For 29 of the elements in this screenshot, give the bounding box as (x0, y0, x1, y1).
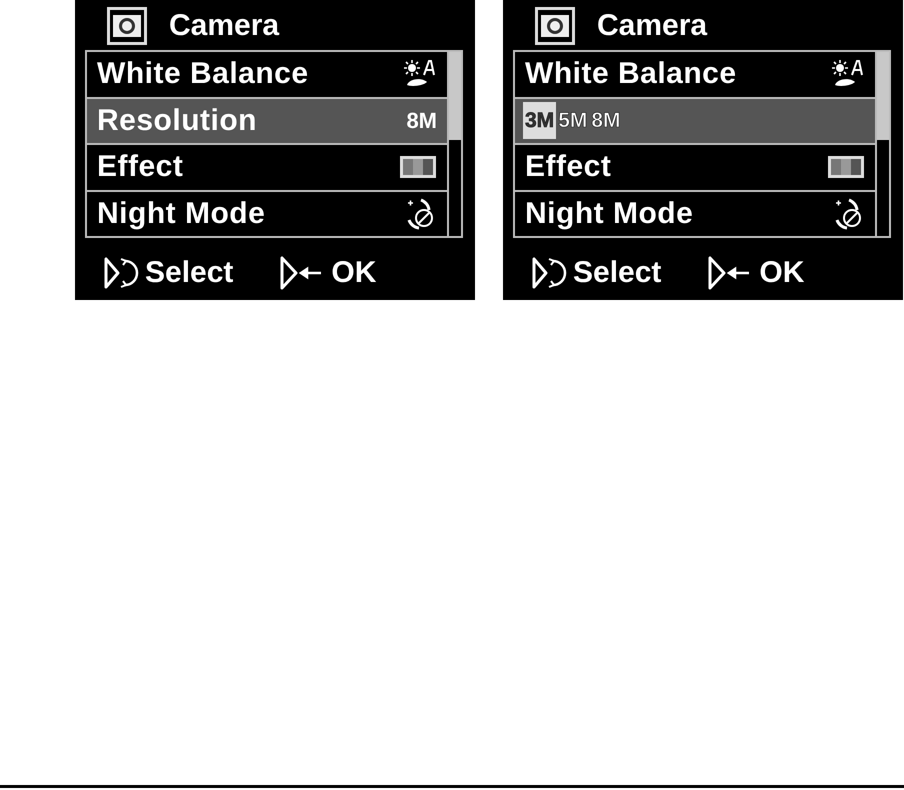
select-arrows-icon (531, 256, 567, 290)
menu-row[interactable]: Effect (515, 145, 875, 192)
camera-icon (535, 7, 575, 45)
color-effect-icon (827, 155, 865, 180)
menu-label: Night Mode (525, 198, 694, 229)
hint-label: Select (573, 258, 662, 288)
menu-label: Effect (525, 152, 612, 182)
screen-title: Camera (169, 11, 280, 41)
color-effect-icon (399, 155, 437, 180)
menu-row[interactable]: Night Mode (87, 192, 447, 236)
resolution-option[interactable]: 3M (523, 102, 556, 140)
menu-row[interactable]: Effect (87, 145, 447, 192)
menu-label: White Balance (525, 59, 737, 90)
select-arrows-icon (103, 256, 139, 290)
hint-label: OK (759, 258, 804, 288)
menu-row[interactable]: Night Mode (515, 192, 875, 236)
camera-icon (107, 7, 147, 45)
menu-label: Night Mode (97, 198, 266, 229)
resolution-option[interactable]: 8M (589, 102, 623, 140)
menu-row[interactable]: Resolution 8M (87, 98, 447, 145)
menu-row[interactable]: 3M 5M 8M (515, 98, 875, 145)
menu-label: White Balance (97, 59, 309, 90)
hint-label: Select (145, 258, 234, 288)
menu-label: Effect (97, 152, 184, 182)
setting-value: 8M (406, 110, 437, 132)
resolution-option[interactable]: 5M (556, 102, 590, 140)
hint-label: OK (331, 258, 376, 288)
menu-label: Resolution (97, 106, 257, 136)
screen-title: Camera (597, 11, 708, 41)
